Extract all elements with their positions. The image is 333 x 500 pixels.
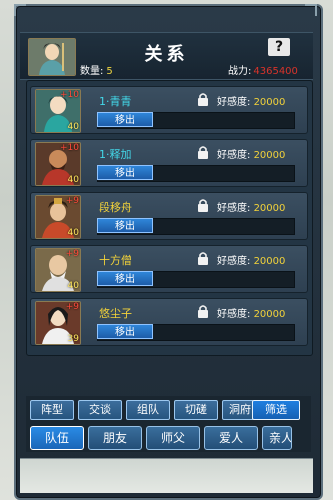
character-name: 1·青青 bbox=[99, 95, 132, 108]
formation-button[interactable]: 阵型 bbox=[30, 400, 74, 420]
favor-value: 20000 bbox=[253, 97, 286, 108]
remove-button[interactable]: 移出 bbox=[97, 112, 153, 127]
corner-ornament bbox=[14, 4, 26, 16]
character-portrait: +9 40 bbox=[35, 195, 81, 239]
remove-button[interactable]: 移出 bbox=[97, 218, 153, 233]
character-name: 段移舟 bbox=[99, 201, 132, 214]
list-item[interactable]: +9 40 十方僧 好感度: 20000 移出 bbox=[30, 245, 308, 293]
favor-readout: 好感度: 20000 bbox=[217, 252, 285, 267]
character-portrait: +10 40 bbox=[35, 89, 81, 133]
row-stat-bottom: 40 bbox=[67, 281, 79, 291]
cave-button[interactable]: 洞府 bbox=[222, 400, 254, 420]
list-item[interactable]: +10 40 1·青青 好感度: 20000 移出 bbox=[30, 86, 308, 134]
favor-label: 好感度: bbox=[217, 309, 251, 320]
tab-lover[interactable]: 爱人 bbox=[204, 426, 258, 450]
row-stat-top: +9 bbox=[65, 302, 79, 312]
list-item[interactable]: +9 39 悠尘子 好感度: 20000 移出 bbox=[30, 298, 308, 346]
help-button[interactable]: ? bbox=[268, 38, 290, 56]
favor-label: 好感度: bbox=[217, 97, 251, 108]
character-name: 悠尘子 bbox=[99, 307, 132, 320]
remove-button[interactable]: 移出 bbox=[97, 324, 153, 339]
power-readout: 战力: 4365400 bbox=[228, 62, 298, 77]
row-stat-bottom: 39 bbox=[67, 334, 79, 344]
character-name: 十方僧 bbox=[99, 254, 132, 267]
row-stat-top: +9 bbox=[65, 196, 79, 206]
favor-value: 20000 bbox=[253, 203, 286, 214]
lock-icon bbox=[198, 93, 208, 106]
chat-button[interactable]: 交谈 bbox=[78, 400, 122, 420]
scroll-ornament bbox=[20, 458, 313, 493]
row-stat-bottom: 40 bbox=[67, 175, 79, 185]
spar-button[interactable]: 切磋 bbox=[174, 400, 218, 420]
tab-friends[interactable]: 朋友 bbox=[88, 426, 142, 450]
count-readout: 数量: 5 bbox=[80, 62, 113, 77]
favor-readout: 好感度: 20000 bbox=[217, 199, 285, 214]
favor-value: 20000 bbox=[253, 150, 286, 161]
power-label: 战力: bbox=[228, 66, 252, 77]
remove-button[interactable]: 移出 bbox=[97, 271, 153, 286]
tab-family[interactable]: 亲人 bbox=[262, 426, 292, 450]
row-stat-top: +9 bbox=[65, 249, 79, 259]
favor-label: 好感度: bbox=[217, 150, 251, 161]
remove-button[interactable]: 移出 bbox=[97, 165, 153, 180]
favor-value: 20000 bbox=[253, 309, 286, 320]
count-label: 数量: bbox=[80, 66, 104, 77]
count-value: 5 bbox=[106, 66, 113, 77]
team-button[interactable]: 组队 bbox=[126, 400, 170, 420]
favor-value: 20000 bbox=[253, 256, 286, 267]
lock-icon bbox=[198, 252, 208, 265]
favor-label: 好感度: bbox=[217, 203, 251, 214]
lock-icon bbox=[198, 146, 208, 159]
row-stat-bottom: 40 bbox=[67, 122, 79, 132]
lock-icon bbox=[198, 305, 208, 318]
filter-button[interactable]: 筛选 bbox=[252, 400, 300, 420]
character-portrait: +9 40 bbox=[35, 248, 81, 292]
favor-readout: 好感度: 20000 bbox=[217, 93, 285, 108]
lock-icon bbox=[198, 199, 208, 212]
favor-readout: 好感度: 20000 bbox=[217, 146, 285, 161]
list-item[interactable]: +9 40 段移舟 好感度: 20000 移出 bbox=[30, 192, 308, 240]
row-stat-top: +10 bbox=[60, 143, 79, 153]
row-stat-top: +10 bbox=[60, 90, 79, 100]
corner-ornament bbox=[305, 4, 317, 16]
character-name: 1·释加 bbox=[99, 148, 132, 161]
row-stat-bottom: 40 bbox=[67, 228, 79, 238]
tab-team[interactable]: 队伍 bbox=[30, 426, 84, 450]
list-item[interactable]: +10 40 1·释加 好感度: 20000 移出 bbox=[30, 139, 308, 187]
character-portrait: +10 40 bbox=[35, 142, 81, 186]
character-portrait: +9 39 bbox=[35, 301, 81, 345]
tab-master[interactable]: 师父 bbox=[146, 426, 200, 450]
favor-label: 好感度: bbox=[217, 256, 251, 267]
favor-readout: 好感度: 20000 bbox=[217, 305, 285, 320]
power-value: 4365400 bbox=[253, 66, 298, 77]
